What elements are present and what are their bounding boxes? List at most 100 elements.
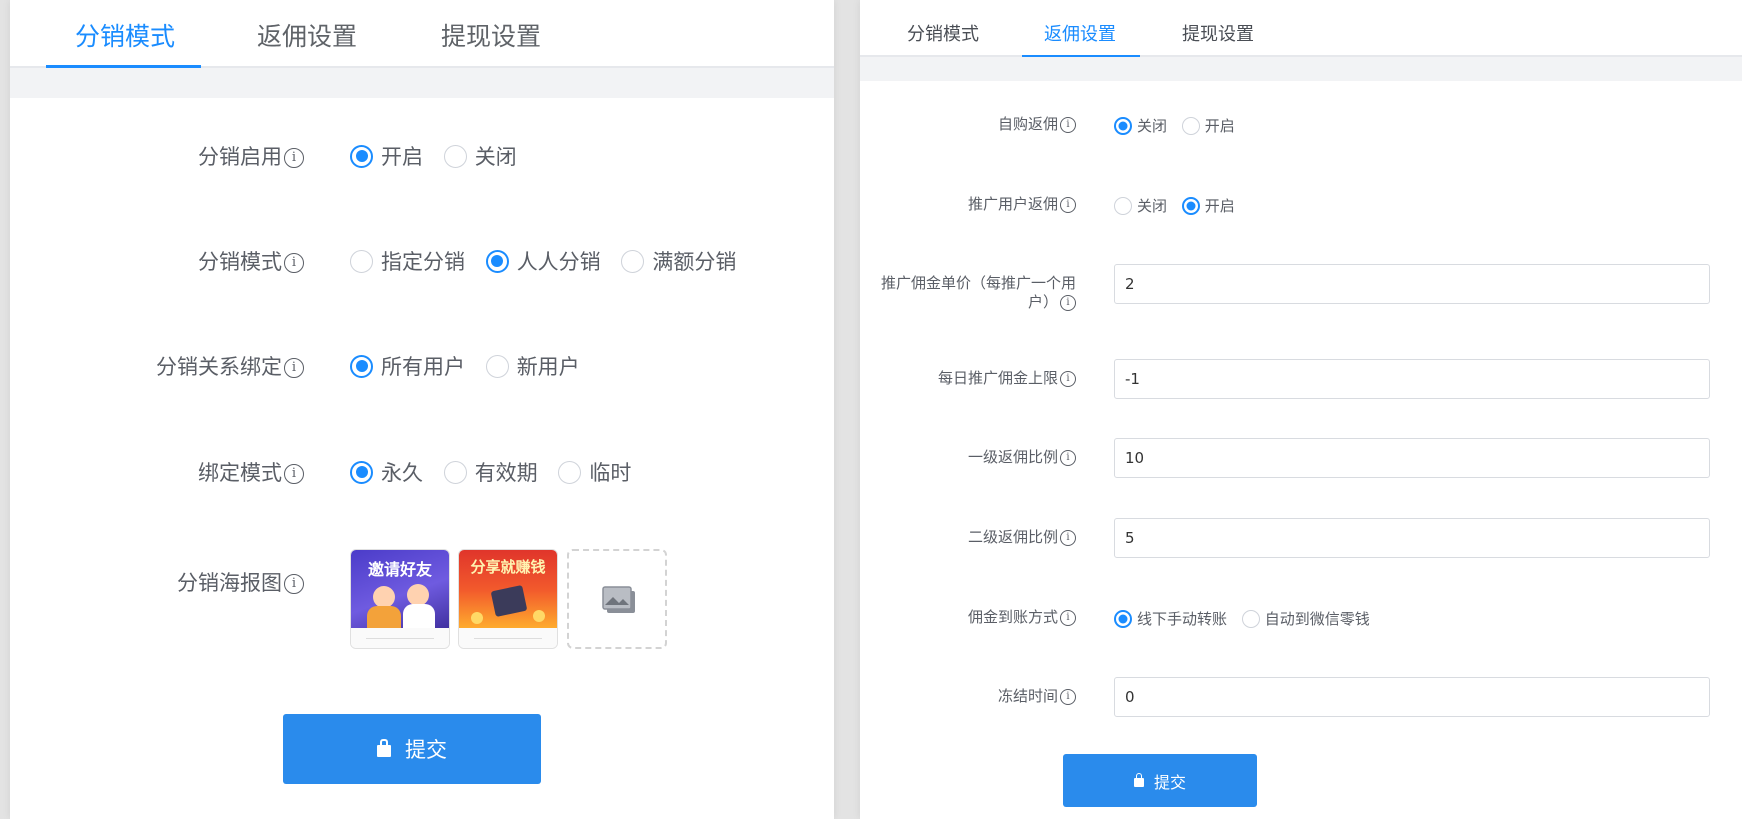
radio-self-purchase-on[interactable]: 开启 (1181, 115, 1235, 136)
radio-dot (1114, 196, 1132, 215)
info-icon[interactable]: i (284, 253, 304, 273)
radio-label: 所有用户 (381, 355, 465, 379)
radio-dot (1181, 196, 1200, 215)
submit-button[interactable]: 提交 (1063, 754, 1257, 807)
radio-mode-threshold[interactable]: 满额分销 (621, 246, 736, 276)
unit-price-input[interactable] (1114, 264, 1710, 304)
radio-dot (350, 354, 373, 378)
radio-dot (621, 249, 645, 273)
field-label-text: 分销关系绑定 (156, 355, 282, 379)
field-label: 分销启用 i (198, 141, 304, 171)
radio-payout-manual[interactable]: 线下手动转账 (1114, 608, 1227, 629)
radio-promote-off[interactable]: 关闭 (1114, 195, 1167, 216)
radio-binding-new[interactable]: 新用户 (485, 351, 580, 381)
info-icon[interactable]: i (1060, 116, 1076, 133)
radio-self-purchase-off[interactable]: 关闭 (1114, 115, 1167, 136)
poster-footer (459, 628, 557, 648)
radio-mode-specified[interactable]: 指定分销 (350, 246, 465, 276)
radio-enable-on[interactable]: 开启 (350, 141, 423, 171)
radio-promote-on[interactable]: 开启 (1181, 195, 1235, 216)
radio-dot (485, 354, 509, 378)
field-label-text: 二级返佣比例 (967, 528, 1058, 546)
radio-label: 线下手动转账 (1137, 610, 1228, 628)
upload-image-button[interactable] (567, 549, 667, 649)
radio-label: 人人分销 (516, 250, 601, 274)
info-icon[interactable]: i (1060, 529, 1076, 546)
info-icon[interactable]: i (1060, 370, 1076, 387)
radio-label: 永久 (381, 461, 423, 485)
field-label: 分销关系绑定 i (156, 351, 304, 381)
radio-group: 开启 关闭 (350, 141, 531, 173)
left-settings-panel: 分销模式 返佣设置 提现设置 分销启用 i 开启 关闭 分销模式 i 指定分销 人人… (10, 0, 834, 819)
tab-bar: 分销模式 返佣设置 提现设置 (860, 0, 1742, 57)
radio-group: 永久 有效期 临时 (350, 457, 645, 489)
poster-image: 分享就赚钱 (459, 550, 557, 630)
field-label: 二级返佣比例 i (968, 528, 1076, 547)
radio-dot (443, 460, 467, 484)
radio-bind-temporary[interactable]: 临时 (558, 457, 631, 487)
radio-dot (558, 460, 582, 484)
radio-dot (350, 460, 373, 484)
tab-bar: 分销模式 返佣设置 提现设置 (10, 0, 834, 68)
radio-dot (1181, 116, 1200, 135)
radio-label: 临时 (589, 461, 632, 485)
field-label-text: 分销海报图 (177, 571, 282, 595)
radio-binding-all[interactable]: 所有用户 (350, 351, 465, 381)
radio-label: 满额分销 (652, 250, 737, 274)
field-label-text: 推广用户返佣 (967, 195, 1058, 213)
radio-dot (350, 144, 373, 168)
radio-enable-off[interactable]: 关闭 (443, 141, 517, 171)
radio-label: 关闭 (1137, 197, 1168, 215)
field-label-text: 自购返佣 (997, 115, 1058, 133)
radio-dot (1241, 609, 1260, 628)
poster-thumbnail[interactable]: 分享就赚钱 (458, 549, 558, 649)
info-icon[interactable]: i (284, 148, 304, 168)
radio-group: 所有用户 新用户 (350, 351, 594, 383)
radio-label: 开启 (1204, 117, 1235, 135)
header-strip (10, 68, 834, 98)
radio-bind-period[interactable]: 有效期 (443, 457, 538, 487)
field-label-text: 一级返佣比例 (967, 448, 1058, 466)
poster-image: 邀请好友 (351, 550, 449, 630)
radio-group: 线下手动转账 自动到微信零钱 (1114, 608, 1380, 632)
tab-commission-settings[interactable]: 返佣设置 (257, 0, 357, 74)
field-label-text: 冻结时间 (997, 687, 1058, 705)
radio-label: 新用户 (516, 355, 580, 379)
radio-bind-permanent[interactable]: 永久 (350, 457, 423, 487)
field-label-text: 绑定模式 (198, 461, 282, 485)
level1-ratio-input[interactable] (1114, 438, 1710, 478)
info-icon[interactable]: i (1060, 196, 1076, 213)
field-label-text: 分销启用 (198, 145, 282, 169)
tab-distribution-mode[interactable]: 分销模式 (75, 0, 175, 74)
freeze-time-input[interactable] (1114, 677, 1710, 717)
tab-withdraw-settings[interactable]: 提现设置 (441, 0, 541, 74)
info-icon[interactable]: i (284, 574, 304, 594)
radio-payout-wechat[interactable]: 自动到微信零钱 (1241, 608, 1370, 629)
poster-thumbnail[interactable]: 邀请好友 (350, 549, 450, 649)
submit-button[interactable]: 提交 (283, 714, 541, 784)
info-icon[interactable]: i (1060, 294, 1076, 311)
radio-group: 关闭 开启 (1114, 115, 1245, 139)
radio-mode-everyone[interactable]: 人人分销 (485, 246, 601, 276)
info-icon[interactable]: i (284, 358, 304, 378)
poster-caption: 分享就赚钱 (470, 558, 546, 576)
field-label: 分销海报图 i (177, 567, 304, 597)
radio-label: 有效期 (474, 461, 538, 485)
level2-ratio-input[interactable] (1114, 518, 1710, 558)
info-icon[interactable]: i (284, 464, 304, 484)
radio-dot (485, 249, 509, 273)
field-label: 分销模式 i (198, 246, 304, 276)
poster-caption: 邀请好友 (367, 560, 432, 579)
field-label: 佣金到账方式 i (968, 608, 1076, 627)
daily-limit-input[interactable] (1114, 359, 1710, 399)
radio-label: 开启 (1204, 197, 1235, 215)
radio-label: 开启 (381, 145, 423, 169)
field-label-text: 佣金到账方式 (967, 608, 1058, 626)
info-icon[interactable]: i (1060, 688, 1076, 705)
info-icon[interactable]: i (1060, 449, 1076, 466)
field-label: 推广佣金单价（每推广一个用 户） i (881, 274, 1076, 312)
info-icon[interactable]: i (1060, 609, 1076, 626)
field-label: 推广用户返佣 i (968, 195, 1076, 214)
bag-icon (1133, 777, 1144, 787)
field-label: 每日推广佣金上限 i (938, 369, 1076, 388)
